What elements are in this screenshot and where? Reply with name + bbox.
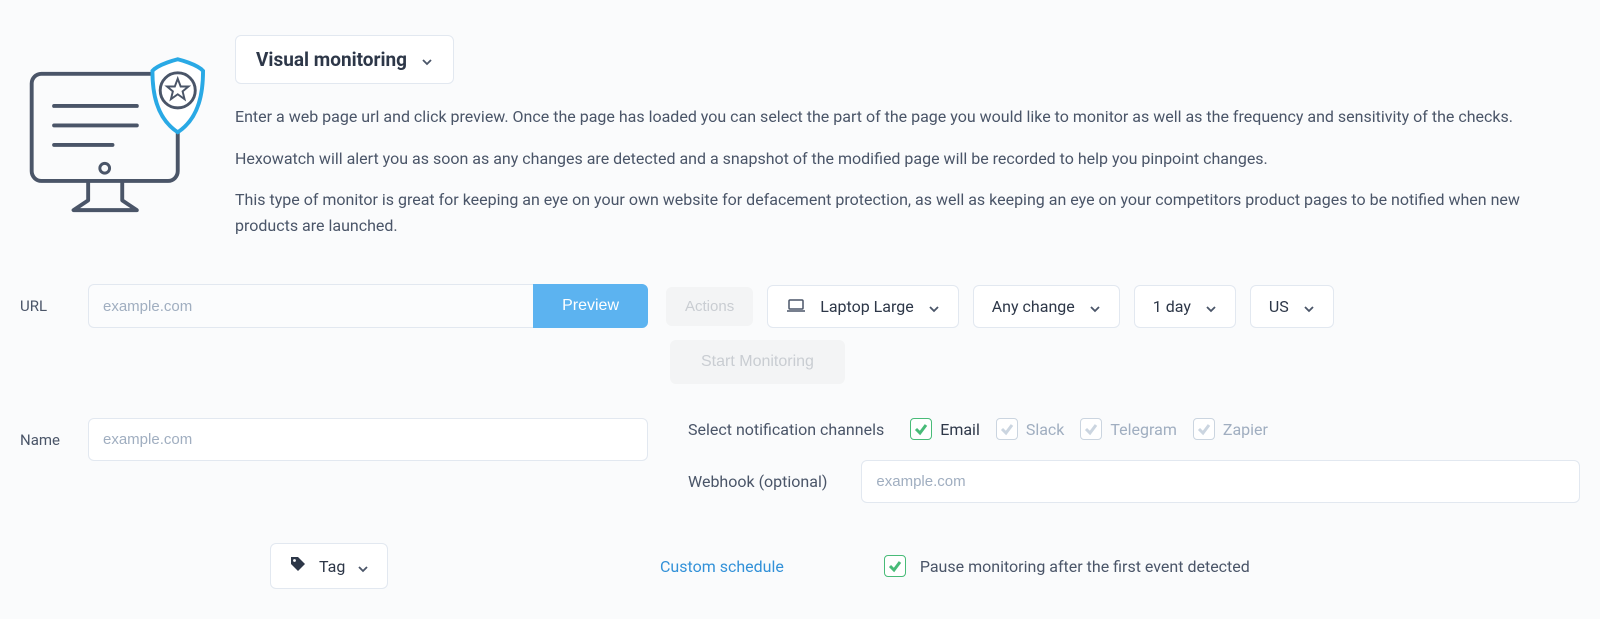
sensitivity-label: Any change xyxy=(992,297,1075,316)
pause-checkbox[interactable] xyxy=(884,555,906,577)
name-input[interactable] xyxy=(88,418,648,461)
sensitivity-select[interactable]: Any change xyxy=(973,285,1120,328)
pause-label: Pause monitoring after the first event d… xyxy=(920,557,1250,576)
laptop-icon xyxy=(786,298,806,314)
frequency-select[interactable]: 1 day xyxy=(1134,285,1236,328)
monitor-type-dropdown[interactable]: Visual monitoring xyxy=(235,35,454,84)
tag-icon xyxy=(289,555,307,577)
region-select[interactable]: US xyxy=(1250,285,1334,328)
telegram-checkbox[interactable] xyxy=(1080,418,1102,440)
webhook-label: Webhook (optional) xyxy=(688,472,827,491)
monitor-description: Enter a web page url and click preview. … xyxy=(235,104,1580,238)
device-select[interactable]: Laptop Large xyxy=(767,285,959,328)
chevron-down-icon xyxy=(357,560,369,572)
email-label: Email xyxy=(940,420,980,439)
url-input[interactable] xyxy=(88,284,533,328)
chevron-down-icon xyxy=(1303,300,1315,312)
chevron-down-icon xyxy=(928,300,940,312)
chevron-down-icon xyxy=(421,54,433,66)
actions-button: Actions xyxy=(666,287,753,326)
custom-schedule-link[interactable]: Custom schedule xyxy=(660,557,784,576)
monitor-type-label: Visual monitoring xyxy=(256,48,407,71)
url-label: URL xyxy=(20,297,70,315)
tag-label: Tag xyxy=(319,557,345,576)
chevron-down-icon xyxy=(1205,300,1217,312)
slack-label: Slack xyxy=(1026,420,1065,439)
webhook-input[interactable] xyxy=(861,460,1580,503)
notification-channels-label: Select notification channels xyxy=(688,420,884,439)
tag-dropdown[interactable]: Tag xyxy=(270,543,388,589)
name-label: Name xyxy=(20,431,70,449)
zapier-label: Zapier xyxy=(1223,420,1268,439)
device-label: Laptop Large xyxy=(820,297,914,316)
slack-checkbox[interactable] xyxy=(996,418,1018,440)
preview-button[interactable]: Preview xyxy=(533,284,648,328)
telegram-label: Telegram xyxy=(1110,420,1176,439)
chevron-down-icon xyxy=(1089,300,1101,312)
region-label: US xyxy=(1269,297,1289,316)
monitor-illustration xyxy=(20,30,205,215)
email-checkbox[interactable] xyxy=(910,418,932,440)
frequency-label: 1 day xyxy=(1153,297,1191,316)
zapier-checkbox[interactable] xyxy=(1193,418,1215,440)
start-monitoring-button: Start Monitoring xyxy=(670,340,845,384)
